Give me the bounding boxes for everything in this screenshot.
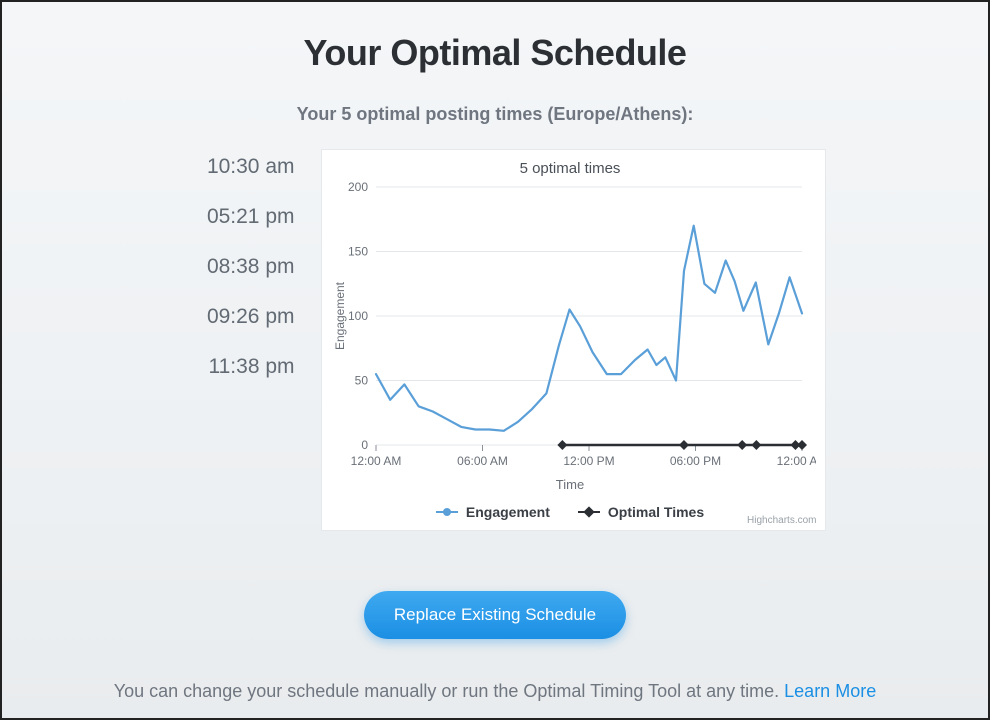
- svg-text:12:00 PM: 12:00 PM: [563, 454, 614, 468]
- svg-text:12:00 AM: 12:00 AM: [350, 454, 401, 468]
- list-item: 05:21 pm: [165, 205, 295, 229]
- subtitle: Your 5 optimal posting times (Europe/Ath…: [2, 104, 988, 125]
- legend-label: Optimal Times: [608, 504, 704, 520]
- svg-text:Engagement: Engagement: [333, 281, 347, 350]
- svg-text:06:00 AM: 06:00 AM: [457, 454, 508, 468]
- legend-item-engagement: Engagement: [436, 504, 550, 520]
- svg-text:0: 0: [361, 438, 368, 452]
- svg-text:100: 100: [347, 309, 367, 323]
- chart-credit-link[interactable]: Highcharts.com: [747, 515, 816, 526]
- legend-label: Engagement: [466, 504, 550, 520]
- footnote: You can change your schedule manually or…: [2, 681, 988, 702]
- svg-text:12:00 AM: 12:00 AM: [776, 454, 815, 468]
- replace-schedule-button[interactable]: Replace Existing Schedule: [364, 591, 626, 639]
- footnote-text: You can change your schedule manually or…: [114, 681, 784, 701]
- learn-more-link[interactable]: Learn More: [784, 681, 876, 701]
- chart-legend: Engagement Optimal Times: [326, 500, 815, 526]
- legend-item-optimal: Optimal Times: [578, 504, 704, 520]
- page-frame: Your Optimal Schedule Your 5 optimal pos…: [0, 0, 990, 720]
- optimal-times-list: 10:30 am 05:21 pm 08:38 pm 09:26 pm 11:3…: [165, 149, 295, 405]
- list-item: 09:26 pm: [165, 305, 295, 329]
- list-item: 11:38 pm: [165, 355, 295, 379]
- chart-title: 5 optimal times: [326, 160, 815, 177]
- chart-card: 5 optimal times 0 50 100 150 200 12:00 AM 06:0…: [321, 149, 826, 531]
- x-axis-label: Time: [326, 477, 815, 492]
- svg-text:50: 50: [354, 374, 368, 388]
- svg-text:200: 200: [347, 180, 367, 194]
- page-title: Your Optimal Schedule: [2, 32, 988, 74]
- content-row: 10:30 am 05:21 pm 08:38 pm 09:26 pm 11:3…: [2, 149, 988, 531]
- diamond-icon: [578, 511, 600, 513]
- line-icon: [436, 511, 458, 513]
- list-item: 10:30 am: [165, 155, 295, 179]
- svg-text:06:00 PM: 06:00 PM: [669, 454, 720, 468]
- cta-wrap: Replace Existing Schedule: [2, 591, 988, 639]
- list-item: 08:38 pm: [165, 255, 295, 279]
- engagement-chart: 0 50 100 150 200 12:00 AM 06:00 AM 12:00 PM 06:0…: [326, 179, 816, 479]
- svg-text:150: 150: [347, 245, 367, 259]
